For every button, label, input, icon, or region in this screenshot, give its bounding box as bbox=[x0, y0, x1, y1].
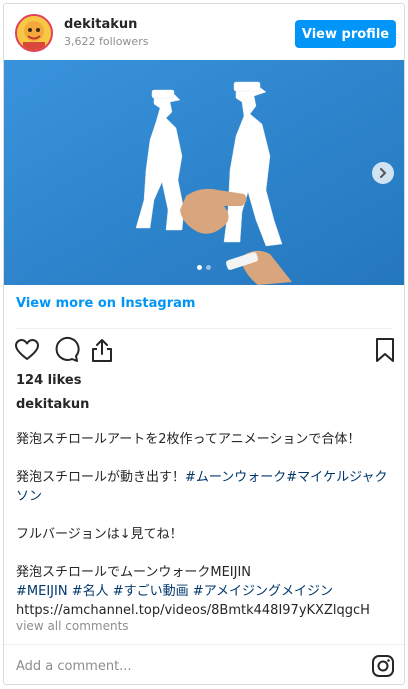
caption-url: https://amchannel.top/videos/8Bmtk448I97… bbox=[16, 603, 370, 618]
comment-icon bbox=[55, 336, 80, 362]
caption-line: 発泡スチロールでムーンウォークMEIJIN bbox=[16, 565, 252, 580]
divider bbox=[16, 328, 392, 329]
carousel-dot bbox=[206, 265, 211, 270]
post-caption: 発泡スチロールアートを2枚作ってアニメーションで合体！ 発泡スチロールが動き出す… bbox=[16, 430, 396, 620]
caption-line: 発泡スチロールが動き出す！#ムーンウォーク#マイケルジャクソン bbox=[16, 468, 396, 506]
hashtag-moonwalk[interactable]: #ムーンウォーク bbox=[185, 470, 286, 485]
hashtag-sugoi-douga[interactable]: #すごい動画 bbox=[113, 584, 189, 599]
comment-button[interactable] bbox=[52, 336, 80, 364]
view-more-link[interactable]: View more on Instagram bbox=[16, 296, 195, 311]
hashtag-meijin-jp[interactable]: #名人 bbox=[72, 584, 109, 599]
post-header: dekitakun 3,622 followers View profile bbox=[4, 4, 404, 60]
bookmark-icon bbox=[376, 338, 394, 362]
caption-line: 発泡スチロールアートを2枚作ってアニメーションで合体！ bbox=[16, 432, 361, 447]
like-button[interactable] bbox=[13, 336, 41, 364]
like-count[interactable]: 124 likes bbox=[16, 373, 81, 388]
caption-text: 発泡スチロールが動き出す！ bbox=[16, 470, 186, 485]
caption-hashtags: #MEIJIN #名人 #すごい動画 #アメイジングメイジン bbox=[16, 582, 396, 601]
share-icon bbox=[92, 339, 112, 362]
share-button[interactable] bbox=[88, 336, 116, 364]
heart-icon bbox=[15, 339, 39, 360]
view-profile-button[interactable]: View profile bbox=[295, 20, 396, 48]
avatar[interactable] bbox=[15, 14, 53, 52]
chevron-right-icon bbox=[380, 168, 387, 178]
add-comment-input[interactable] bbox=[16, 654, 346, 678]
post-image[interactable] bbox=[4, 60, 404, 285]
bookmark-button[interactable] bbox=[371, 336, 399, 364]
carousel-dot-active bbox=[197, 265, 202, 270]
instagram-icon[interactable] bbox=[371, 654, 395, 678]
carousel-indicator bbox=[197, 265, 211, 270]
paper-cutout-photo bbox=[4, 60, 404, 285]
follower-count: 3,622 followers bbox=[64, 35, 149, 48]
caption-line: フルバージョンは↓見てね！ bbox=[16, 527, 183, 542]
instagram-embed-card: dekitakun 3,622 followers View profile V… bbox=[3, 3, 405, 685]
hashtag-meijin[interactable]: #MEIJIN bbox=[16, 584, 68, 599]
carousel-next-button[interactable] bbox=[372, 162, 394, 184]
caption-username[interactable]: dekitakun bbox=[16, 397, 89, 412]
hashtag-amazing-meijin[interactable]: #アメイジングメイジン bbox=[193, 584, 333, 599]
view-all-comments-link[interactable]: view all comments bbox=[16, 619, 129, 633]
divider bbox=[4, 644, 404, 645]
username[interactable]: dekitakun bbox=[64, 17, 137, 32]
